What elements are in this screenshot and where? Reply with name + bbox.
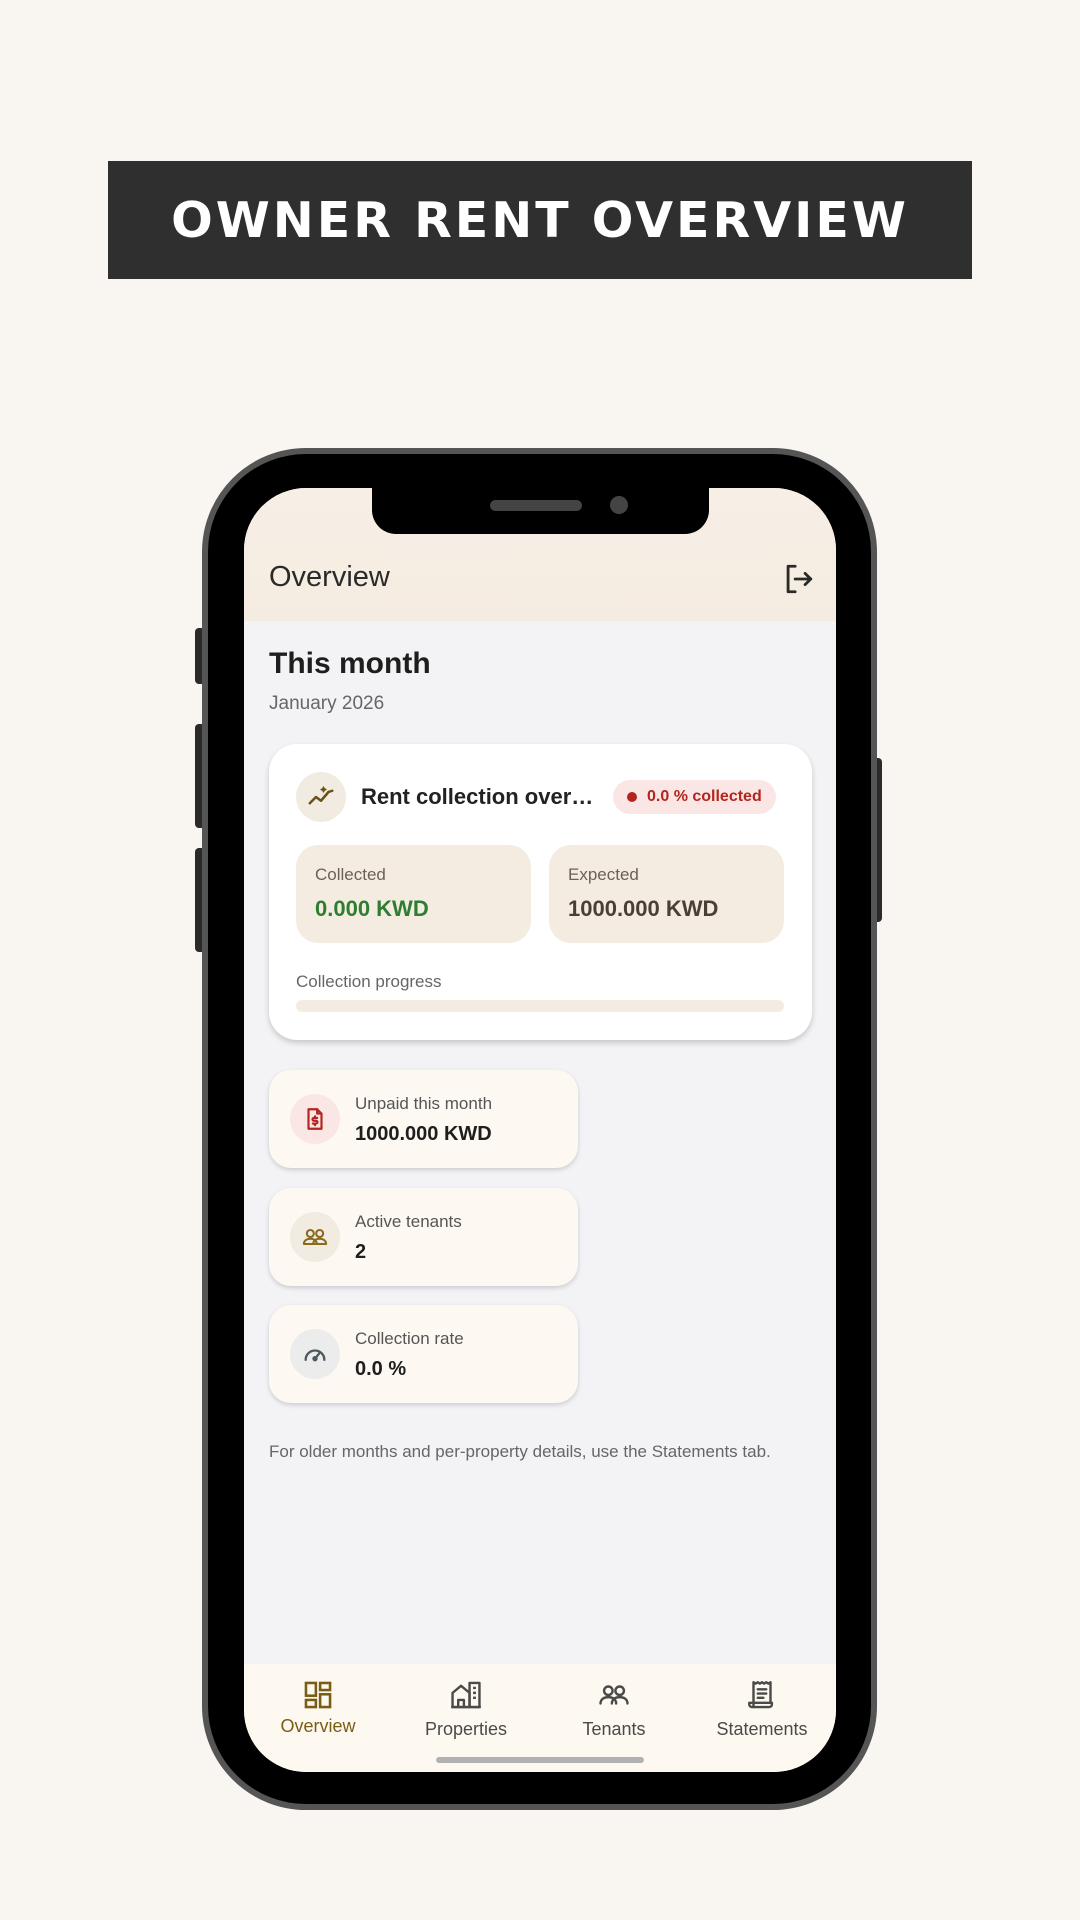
unpaid-stat-card: Unpaid this month 1000.000 KWD (269, 1070, 578, 1168)
unpaid-value: 1000.000 KWD (355, 1123, 492, 1145)
collection-rate-card: Collection rate 0.0 % (269, 1305, 578, 1403)
nav-item-properties[interactable]: Properties (392, 1664, 540, 1754)
expected-value: 1000.000 KWD (568, 896, 719, 921)
invoice-dollar-icon (290, 1094, 340, 1144)
active-tenants-card: Active tenants 2 (269, 1188, 578, 1286)
nav-label-overview: Overview (280, 1716, 356, 1736)
unpaid-label: Unpaid this month (355, 1094, 493, 1113)
nav-label-statements: Statements (716, 1719, 808, 1739)
logout-icon[interactable] (781, 562, 815, 596)
collection-rate-value: 0.0 % (355, 1358, 407, 1380)
app-bar-title: Overview (269, 561, 390, 593)
nav-item-tenants[interactable]: Tenants (540, 1664, 688, 1754)
people-icon (599, 1685, 629, 1705)
phone-screen: Overview This month January 2026 Rent co… (244, 488, 836, 1772)
bottom-navigation: Overview Properties Tenants Statements (244, 1664, 836, 1772)
receipt-icon (748, 1681, 774, 1709)
collected-stat: Collected 0.000 KWD (296, 845, 531, 943)
promo-banner: OWNER RENT OVERVIEW (108, 161, 972, 279)
active-tenants-label: Active tenants (355, 1212, 462, 1231)
section-subtitle: January 2026 (269, 693, 385, 714)
collection-rate-label: Collection rate (355, 1329, 464, 1348)
progress-label: Collection progress (296, 972, 442, 991)
home-indicator (436, 1757, 644, 1763)
phone-notch (372, 488, 709, 534)
active-tenants-value: 2 (355, 1241, 367, 1263)
trend-sparkle-icon (296, 772, 346, 822)
collected-value: 0.000 KWD (315, 896, 429, 921)
banner-title: OWNER RENT OVERVIEW (171, 191, 909, 249)
status-badge-label: 0.0 % collected (647, 788, 762, 805)
section-title: This month (269, 647, 431, 680)
rent-collection-card: Rent collection overvi… 0.0 % collected … (269, 744, 812, 1040)
people-icon (290, 1212, 340, 1262)
nav-item-overview[interactable]: Overview (244, 1664, 392, 1754)
phone-speaker (490, 500, 582, 511)
nav-label-tenants: Tenants (582, 1719, 646, 1739)
footer-note: For older months and per-property detail… (269, 1442, 771, 1461)
expected-label: Expected (568, 865, 639, 884)
building-icon (451, 1681, 481, 1709)
card-title: Rent collection overvi… (361, 784, 601, 809)
collected-label: Collected (315, 865, 386, 884)
nav-label-properties: Properties (424, 1719, 508, 1739)
nav-item-statements[interactable]: Statements (688, 1664, 836, 1754)
status-dot (627, 792, 637, 802)
phone-camera (610, 496, 628, 514)
collection-progress-bar (296, 1000, 784, 1012)
expected-stat: Expected 1000.000 KWD (549, 845, 784, 943)
speedometer-icon (290, 1329, 340, 1379)
collected-status-badge: 0.0 % collected (613, 780, 776, 814)
dashboard-icon (304, 1681, 332, 1709)
